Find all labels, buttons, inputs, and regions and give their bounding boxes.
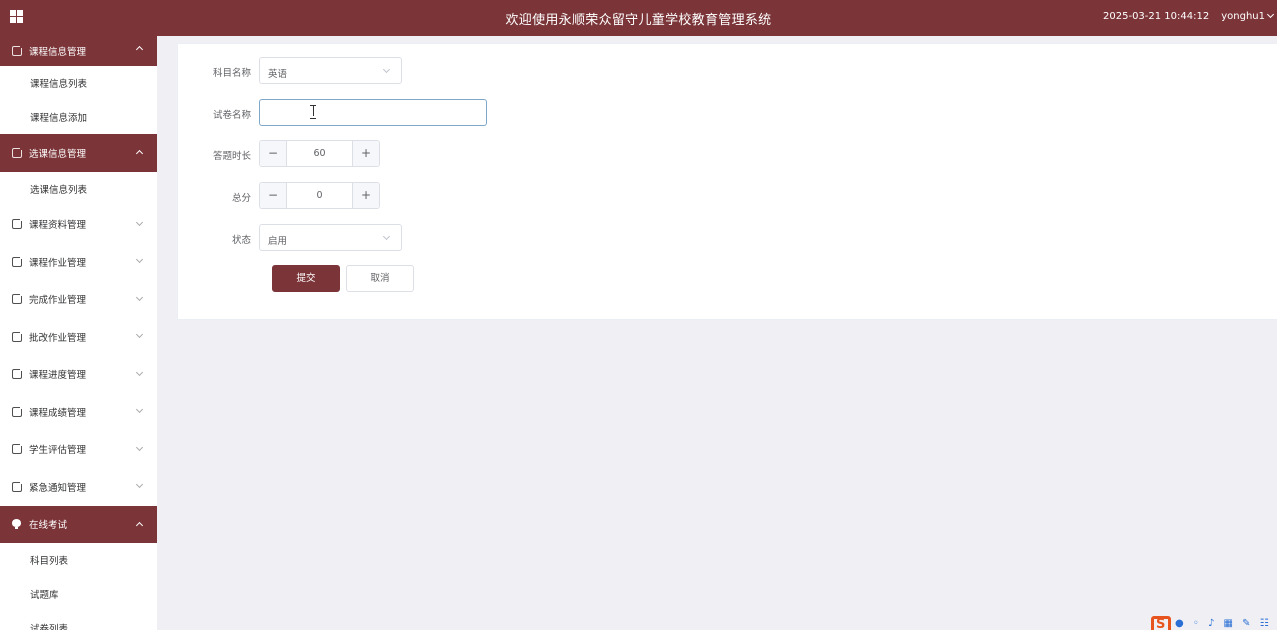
user-menu[interactable]: yonghu1: [1221, 10, 1275, 22]
paper-name-input[interactable]: [259, 99, 487, 126]
total-score-value[interactable]: 0: [287, 190, 352, 201]
sidebar-group-course-selection[interactable]: 选课信息管理: [0, 134, 157, 172]
menu-icon: [12, 329, 24, 342]
sidebar-item-course-info-add[interactable]: 课程信息添加: [0, 100, 157, 134]
chevron-down-icon: [135, 443, 144, 451]
sidebar-item-label: 选课信息管理: [29, 148, 87, 160]
subject-label: 科目名称: [212, 68, 251, 79]
subject-select[interactable]: 英语: [259, 57, 402, 84]
sidebar-item-label: 学生评估管理: [29, 445, 87, 457]
subject-select-value: 英语: [268, 69, 288, 80]
sidebar-item-label: 课程信息添加: [30, 113, 88, 124]
username: yonghu1: [1221, 11, 1265, 22]
sidebar-item-label: 科目列表: [30, 556, 69, 567]
sidebar-item-label: 课程进度管理: [29, 370, 87, 382]
menu-icon: [12, 479, 24, 492]
total-score-decrease-button[interactable]: −: [260, 183, 287, 208]
chevron-down-icon: [135, 330, 144, 339]
form-actions: 提交 取消: [178, 265, 778, 292]
top-header: 欢迎使用永顺荣众留守儿童学校教育管理系统 2025-03-21 10:44:12…: [0, 0, 1277, 36]
menu-icon: [12, 404, 24, 417]
system-tray: S ● ◦ ♪ ▦ ✎ ☷: [1151, 616, 1277, 630]
duration-value[interactable]: 60: [287, 148, 352, 159]
sidebar-item-course-selection-list[interactable]: 选课信息列表: [0, 172, 157, 206]
chevron-down-icon: [135, 218, 144, 226]
submit-button[interactable]: 提交: [272, 265, 340, 292]
chevron-up-icon: [135, 149, 144, 158]
menu-icon: [12, 442, 24, 455]
sidebar-item-label: 批改作业管理: [29, 332, 87, 344]
header-datetime: 2025-03-21 10:44:12: [1103, 11, 1210, 22]
chevron-down-icon: [135, 293, 144, 301]
menu-icon: [12, 44, 24, 56]
menu-icon: [12, 217, 24, 230]
form-card: 科目名称 英语 试卷名称 答题时长 − 60 + 总分 − 0 + 状态 启用: [177, 43, 1277, 320]
menu-icon: [12, 292, 24, 305]
sidebar-group-grading-homework[interactable]: 批改作业管理: [0, 318, 157, 356]
sidebar-item-label: 紧急通知管理: [29, 482, 87, 494]
total-score-stepper[interactable]: − 0 +: [259, 182, 380, 209]
duration-stepper[interactable]: − 60 +: [259, 140, 380, 167]
sidebar-item-label: 在线考试: [29, 520, 68, 532]
sidebar-item-label: 课程成绩管理: [29, 407, 87, 419]
ime-logo-letter-icon: S: [1156, 617, 1166, 630]
app-title: 欢迎使用永顺荣众留守儿童学校教育管理系统: [505, 13, 772, 28]
menu-icon: [12, 254, 24, 267]
menu-icon: [12, 367, 24, 380]
sidebar-item-subject-list[interactable]: 科目列表: [0, 543, 157, 577]
chevron-down-icon: [382, 232, 391, 241]
lightbulb-icon: [12, 519, 21, 530]
sidebar-group-course-grades[interactable]: 课程成绩管理: [0, 393, 157, 431]
sidebar-item-label: 试题库: [30, 590, 59, 601]
sidebar-group-course-info[interactable]: 课程信息管理: [0, 36, 157, 66]
chevron-up-icon: [135, 521, 144, 529]
status-select[interactable]: 启用: [259, 224, 402, 251]
sidebar-item-paper-list[interactable]: 试卷列表: [0, 611, 157, 630]
chevron-down-icon: [135, 368, 144, 376]
chevron-down-icon: [135, 255, 144, 264]
paper-name-label: 试卷名称: [212, 110, 251, 121]
cancel-button[interactable]: 取消: [346, 265, 414, 292]
chevron-down-icon: [135, 480, 144, 489]
form-row-total-score: 总分 − 0 +: [178, 182, 778, 209]
sidebar-group-course-homework[interactable]: 课程作业管理: [0, 243, 157, 281]
sidebar-item-course-info-list[interactable]: 课程信息列表: [0, 66, 157, 100]
duration-decrease-button[interactable]: −: [260, 141, 287, 166]
sidebar-item-label: 课程信息列表: [30, 79, 88, 90]
form-row-subject: 科目名称 英语: [178, 57, 778, 84]
sidebar-group-emergency-notice[interactable]: 紧急通知管理: [0, 468, 157, 506]
sidebar-item-label: 课程作业管理: [29, 257, 87, 269]
sidebar-item-label: 试卷列表: [30, 624, 69, 630]
chevron-down-icon: [135, 405, 144, 414]
sidebar: 课程信息管理 课程信息列表 课程信息添加 选课信息管理 选课信息列表 课程资料管…: [0, 36, 157, 630]
sidebar-item-label: 课程资料管理: [29, 220, 87, 232]
chevron-down-icon: [382, 65, 391, 74]
sidebar-group-online-exam[interactable]: 在线考试: [0, 505, 157, 543]
sidebar-item-label: 课程信息管理: [29, 47, 87, 58]
menu-icon: [12, 145, 24, 158]
form-row-status: 状态 启用: [178, 224, 778, 251]
sidebar-group-course-progress[interactable]: 课程进度管理: [0, 356, 157, 394]
sidebar-group-completed-homework[interactable]: 完成作业管理: [0, 281, 157, 319]
header-right: 2025-03-21 10:44:12 yonghu1: [1103, 10, 1275, 22]
total-score-label: 总分: [231, 193, 251, 204]
chevron-up-icon: [135, 45, 144, 54]
status-select-value: 启用: [268, 236, 288, 247]
sidebar-item-label: 选课信息列表: [30, 184, 88, 196]
form-row-paper-name: 试卷名称: [178, 99, 778, 126]
total-score-increase-button[interactable]: +: [352, 183, 379, 208]
duration-label: 答题时长: [212, 151, 251, 162]
sidebar-group-student-evaluation[interactable]: 学生评估管理: [0, 431, 157, 469]
sidebar-group-course-materials[interactable]: 课程资料管理: [0, 206, 157, 244]
ime-toolbar-icons[interactable]: ● ◦ ♪ ▦ ✎ ☷: [1175, 618, 1272, 629]
sidebar-item-question-bank[interactable]: 试题库: [0, 577, 157, 611]
sidebar-item-label: 完成作业管理: [29, 295, 87, 307]
status-label: 状态: [231, 235, 251, 246]
chevron-down-icon: [1266, 10, 1275, 19]
duration-increase-button[interactable]: +: [352, 141, 379, 166]
form-row-duration: 答题时长 − 60 +: [178, 140, 778, 167]
